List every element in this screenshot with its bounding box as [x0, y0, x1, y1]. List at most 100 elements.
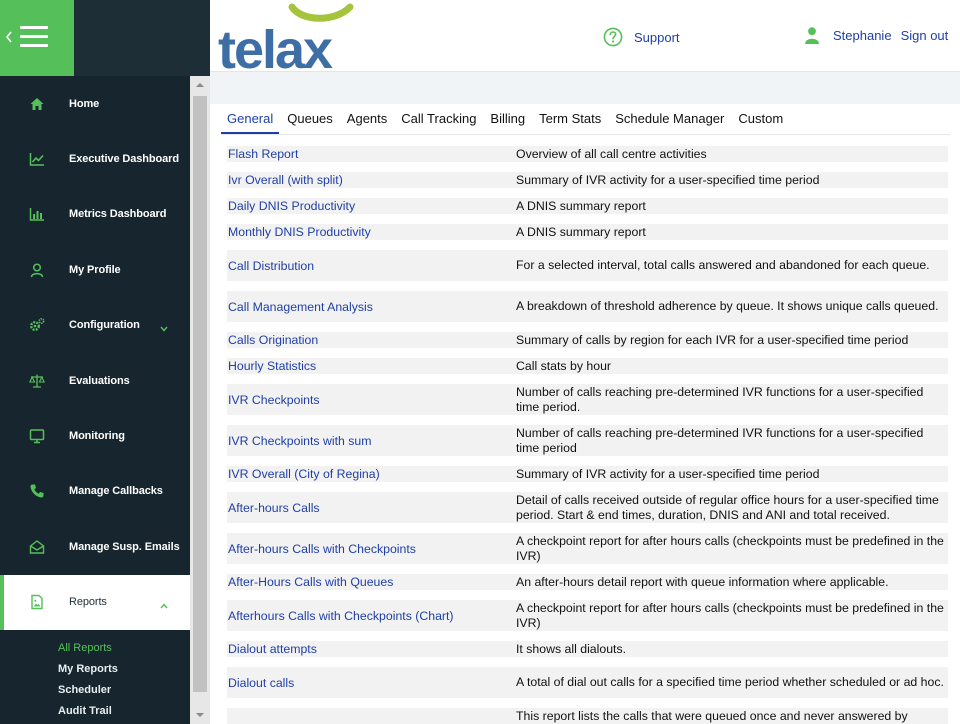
- report-link[interactable]: Afterhours Calls with Checkpoints (Chart…: [227, 609, 516, 623]
- sidebar-item-label: Reports: [69, 596, 107, 609]
- sign-out-link[interactable]: Sign out: [901, 28, 949, 43]
- report-link[interactable]: Flash Report: [227, 147, 516, 161]
- tab-term-stats[interactable]: Term Stats: [533, 108, 607, 134]
- report-description: An after-hours detail report with queue …: [516, 574, 889, 589]
- report-category-tabs: General Queues Agents Call Tracking Bill…: [221, 108, 791, 134]
- report-link[interactable]: After-hours Calls with Checkpoints: [227, 542, 516, 556]
- report-description: Call stats by hour: [516, 358, 612, 373]
- scroll-down-arrow-icon[interactable]: [195, 710, 205, 720]
- sidebar-item-label: Executive Dashboard: [69, 153, 179, 166]
- support-link[interactable]: Support: [603, 27, 680, 47]
- phone-icon: [29, 483, 45, 499]
- tab-call-tracking[interactable]: Call Tracking: [395, 108, 482, 134]
- report-description: Detail of calls received outside of regu…: [516, 492, 939, 522]
- report-description: Summary of calls by region for each IVR …: [516, 332, 909, 347]
- sidebar-item-executive-dashboard[interactable]: Executive Dashboard: [0, 131, 190, 186]
- sidebar-item-label: Monitoring: [69, 430, 125, 443]
- report-link[interactable]: IVR Checkpoints: [227, 393, 516, 407]
- table-row: Afterhours Calls with Checkpoints (Chart…: [227, 600, 948, 631]
- sidebar-item-manage-susp-emails[interactable]: Manage Susp. Emails: [0, 519, 190, 574]
- top-header: telax Support Stephanie Sign out: [210, 0, 960, 72]
- tabs-divider: [221, 134, 950, 135]
- scrollbar-thumb[interactable]: [193, 96, 207, 692]
- report-description: A DNIS summary report: [516, 198, 646, 213]
- report-link[interactable]: IVR Checkpoints with sum: [227, 434, 516, 448]
- tab-billing[interactable]: Billing: [484, 108, 531, 134]
- report-description: Summary of IVR activity for a user-speci…: [516, 466, 820, 481]
- reports-table: Flash Report Overview of all call centre …: [227, 146, 948, 724]
- user-area: Stephanie Sign out: [805, 27, 948, 44]
- report-description: Number of calls reaching pre-determined …: [516, 384, 924, 414]
- submenu-audit-trail[interactable]: Audit Trail: [0, 703, 190, 724]
- sidebar-item-evaluations[interactable]: Evaluations: [0, 353, 190, 408]
- report-description: It shows all dialouts.: [516, 641, 627, 656]
- hamburger-icon: [20, 26, 48, 48]
- gears-icon: [29, 317, 45, 333]
- table-row: Hourly Statistics Call stats by hour: [227, 358, 948, 374]
- report-link[interactable]: Ivr Overall (with split): [227, 173, 516, 187]
- submenu-scheduler[interactable]: Scheduler: [0, 682, 190, 703]
- report-link[interactable]: Daily DNIS Productivity: [227, 199, 516, 213]
- report-link[interactable]: Call Distribution: [227, 259, 516, 273]
- chevron-left-icon: [6, 31, 12, 43]
- report-description: Number of calls reaching pre-determined …: [516, 425, 924, 455]
- sidebar-item-label: Manage Susp. Emails: [69, 540, 180, 553]
- support-label[interactable]: Support: [634, 30, 680, 45]
- sidebar-item-home[interactable]: Home: [0, 76, 190, 131]
- submenu-all-reports[interactable]: All Reports: [0, 640, 190, 661]
- sidebar-nav: Home Executive Dashboard Metrics Dashboa…: [0, 76, 190, 630]
- report-description: A checkpoint report for after hours call…: [516, 600, 944, 630]
- tab-custom[interactable]: Custom: [732, 108, 789, 134]
- report-link[interactable]: IVR Overall (City of Regina): [227, 467, 516, 481]
- monitor-icon: [29, 428, 45, 444]
- user-name-link[interactable]: Stephanie: [833, 28, 892, 43]
- report-link[interactable]: Monthly DNIS Productivity: [227, 225, 516, 239]
- report-link[interactable]: Call Management Analysis: [227, 300, 516, 314]
- line-chart-icon: [29, 151, 45, 167]
- svg-text:telax: telax: [218, 20, 333, 70]
- report-description: A breakdown of threshold adherence by qu…: [516, 299, 939, 313]
- sidebar-item-monitoring[interactable]: Monitoring: [0, 408, 190, 463]
- report-description: A checkpoint report for after hours call…: [516, 533, 944, 563]
- envelope-open-icon: [29, 539, 45, 555]
- table-row: IVR Checkpoints with sum Number of calls …: [227, 425, 948, 456]
- reports-submenu: All Reports My Reports Scheduler Audit T…: [0, 630, 190, 724]
- sidebar-item-metrics-dashboard[interactable]: Metrics Dashboard: [0, 187, 190, 242]
- sidebar-item-my-profile[interactable]: My Profile: [0, 242, 190, 297]
- tab-general[interactable]: General: [221, 108, 280, 134]
- table-row: Call Management Analysis A breakdown of t…: [227, 291, 948, 322]
- chevron-down-icon: [160, 326, 168, 332]
- bar-chart-icon: [29, 206, 45, 222]
- tab-queues[interactable]: Queues: [281, 108, 339, 134]
- report-link[interactable]: After-hours Calls: [227, 501, 516, 515]
- table-row: After-Hours Calls with Queues An after-ho…: [227, 574, 948, 590]
- tab-agents[interactable]: Agents: [341, 108, 393, 134]
- sidebar-item-configuration[interactable]: Configuration: [0, 298, 190, 353]
- submenu-my-reports[interactable]: My Reports: [0, 661, 190, 682]
- balance-scale-icon: [29, 373, 45, 389]
- report-description: For a selected interval, total calls ans…: [516, 258, 930, 272]
- sidebar-item-reports[interactable]: Reports: [0, 574, 190, 630]
- report-link[interactable]: Calls Origination: [227, 333, 516, 347]
- report-description: This report lists the calls that were qu…: [516, 709, 908, 723]
- home-icon: [29, 96, 45, 112]
- report-link[interactable]: Dialout calls: [227, 676, 516, 690]
- help-circle-icon: [603, 27, 623, 47]
- report-description: Summary of IVR activity for a user-speci…: [516, 172, 820, 187]
- subheader-bar: [210, 72, 960, 104]
- report-link[interactable]: After-Hours Calls with Queues: [227, 575, 516, 589]
- report-description: Overview of all call centre activities: [516, 146, 707, 161]
- report-link[interactable]: Hourly Statistics: [227, 359, 516, 373]
- sidebar-scrollbar[interactable]: [190, 76, 210, 724]
- menu-toggle-button[interactable]: [0, 0, 74, 76]
- scroll-up-arrow-icon[interactable]: [195, 80, 205, 90]
- sidebar-item-manage-callbacks[interactable]: Manage Callbacks: [0, 464, 190, 519]
- sidebar-item-label: Evaluations: [69, 374, 130, 387]
- report-description: A total of dial out calls for a specifie…: [516, 675, 944, 689]
- tab-schedule-manager[interactable]: Schedule Manager: [609, 108, 730, 134]
- sidebar-item-label: Metrics Dashboard: [69, 208, 167, 221]
- report-description: A DNIS summary report: [516, 224, 646, 239]
- sidebar-item-label: Manage Callbacks: [69, 485, 163, 498]
- table-row: Ivr Overall (with split) Summary of IVR a…: [227, 172, 948, 188]
- report-link[interactable]: Dialout attempts: [227, 642, 516, 656]
